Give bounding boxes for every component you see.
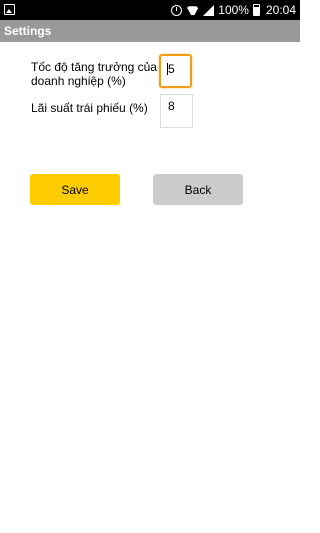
bond-rate-value: 8 bbox=[168, 99, 175, 113]
growth-rate-label: Tốc độ tăng trưởng của doanh nghiệp (%) bbox=[31, 60, 157, 88]
back-button[interactable]: Back bbox=[153, 174, 243, 205]
signal-icon bbox=[203, 4, 215, 16]
growth-rate-input[interactable]: 5 bbox=[159, 54, 192, 88]
bond-rate-label: Lãi suất trái phiếu (%) bbox=[31, 101, 148, 115]
status-bar: 100% 20:04 bbox=[0, 0, 300, 20]
wifi-icon bbox=[186, 5, 199, 15]
status-icons: 100% 20:04 bbox=[171, 3, 296, 17]
image-notification-icon bbox=[4, 4, 15, 15]
alarm-icon bbox=[171, 4, 183, 16]
battery-percent: 100% bbox=[218, 3, 249, 17]
clock: 20:04 bbox=[265, 3, 296, 17]
growth-rate-value: 5 bbox=[168, 62, 175, 76]
page-title: Settings bbox=[4, 24, 52, 38]
title-bar: Settings bbox=[0, 20, 300, 42]
save-button[interactable]: Save bbox=[30, 174, 120, 205]
battery-icon bbox=[252, 4, 260, 16]
bond-rate-input[interactable]: 8 bbox=[160, 94, 193, 128]
